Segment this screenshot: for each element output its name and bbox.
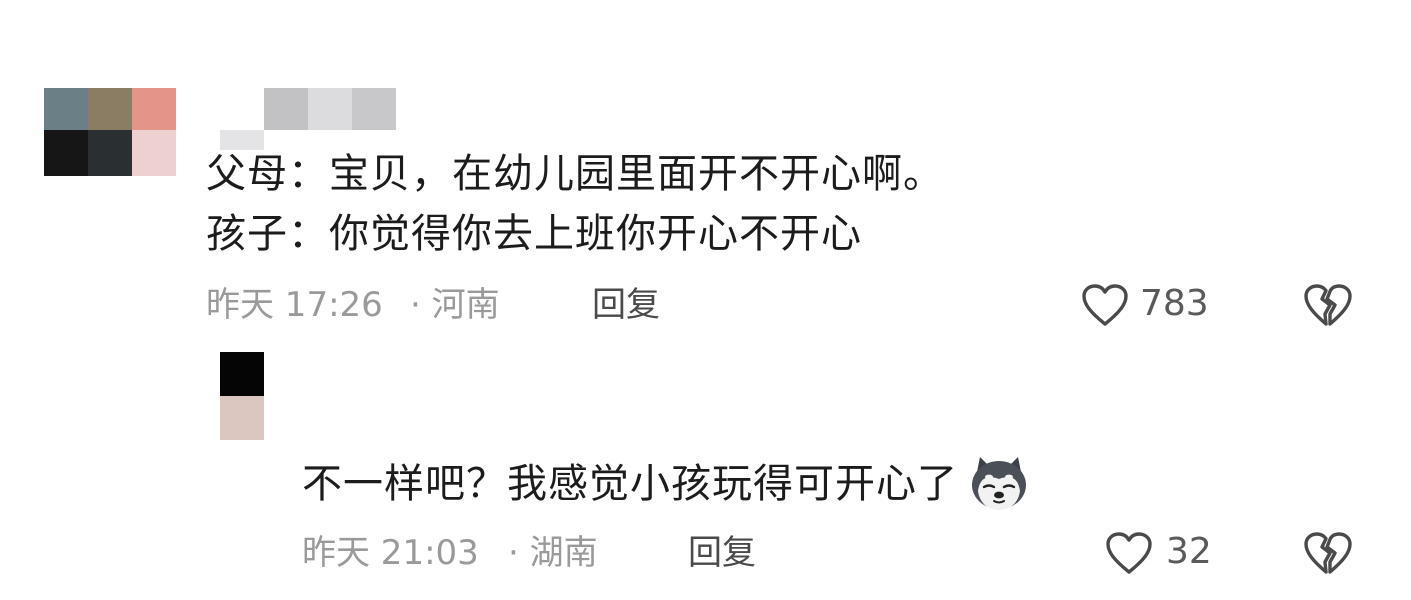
like-count: 32 [1166,531,1212,572]
heart-outline-icon[interactable] [1080,282,1130,328]
reply-button[interactable]: 回复 [592,288,660,322]
comment-text-body: 不一样吧？我感觉小孩玩得可开心了 [302,461,958,507]
comment-text: 不一样吧？我感觉小孩玩得可开心了 [302,455,1030,513]
heart-outline-icon[interactable] [1104,530,1154,576]
broken-heart-icon[interactable] [1302,530,1354,576]
comment-location: · 河南 [410,285,500,325]
comment-time: 昨天 17:26 [206,285,383,325]
husky-dog-emoji [968,455,1030,513]
comment-text-line-1: 父母：宝贝，在幼儿园里面开不开心啊。 [206,151,944,197]
comment-text-line-2: 孩子：你觉得你去上班你开心不开心 [206,211,862,257]
reply-button[interactable]: 回复 [688,536,756,570]
broken-heart-icon[interactable] [1302,282,1354,328]
like-count: 783 [1140,283,1209,324]
comment-time: 昨天 21:03 [302,533,479,573]
comment-location: · 湖南 [508,533,598,573]
